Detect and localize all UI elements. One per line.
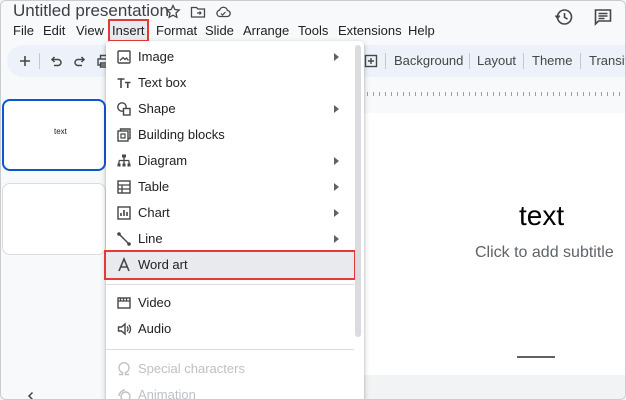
canvas-footer: [361, 375, 625, 399]
toolbar-divider: [469, 53, 470, 69]
horizontal-ruler: [361, 87, 625, 101]
menu-item-label: Image: [138, 49, 175, 64]
menu-insert[interactable]: Insert: [108, 19, 149, 42]
insert-table-item[interactable]: Table: [106, 174, 354, 200]
menu-item-label: Shape: [138, 101, 176, 116]
slide-filmstrip: text: [1, 81, 109, 399]
menu-item-label: Animation: [138, 387, 196, 400]
menu-item-label: Special characters: [138, 361, 245, 376]
version-history-icon[interactable]: [554, 7, 574, 29]
table-icon: [116, 179, 132, 195]
insert-diagram-item[interactable]: Diagram: [106, 148, 354, 174]
insert-shape-item[interactable]: Shape: [106, 96, 354, 122]
chart-icon: [116, 205, 132, 221]
insert-video-item[interactable]: Video: [106, 290, 354, 316]
insert-menu: Image Text box Shape Building blocks Dia…: [104, 41, 364, 400]
word-art-icon: [116, 257, 132, 273]
submenu-arrow-icon: [334, 105, 339, 113]
menu-item-label: Audio: [138, 321, 172, 336]
insert-special-characters-item: Special characters: [106, 356, 354, 382]
menu-divider: [106, 349, 354, 350]
submenu-arrow-icon: [334, 235, 339, 243]
insert-word-art-item[interactable]: Word art: [104, 250, 356, 280]
submenu-arrow-icon: [334, 209, 339, 217]
video-icon: [116, 295, 132, 311]
menu-tools[interactable]: Tools: [296, 21, 330, 40]
insert-image-item[interactable]: Image: [106, 44, 354, 70]
toolbar-divider: [580, 53, 581, 69]
insert-audio-item[interactable]: Audio: [106, 316, 354, 342]
submenu-arrow-icon: [334, 183, 339, 191]
theme-button[interactable]: Theme: [532, 53, 572, 69]
menu-format[interactable]: Format: [154, 21, 199, 40]
insert-building-blocks-item[interactable]: Building blocks: [106, 122, 354, 148]
app-window: Untitled presentation File Edit View Ins…: [0, 0, 626, 400]
menu-slide[interactable]: Slide: [203, 21, 236, 40]
image-icon: [116, 49, 132, 65]
menu-edit[interactable]: Edit: [41, 21, 67, 40]
text-box-icon: [116, 75, 132, 91]
layout-button[interactable]: Layout: [477, 53, 516, 69]
slide-thumbnail-2[interactable]: [2, 183, 106, 255]
line-icon: [116, 231, 132, 247]
insert-chart-item[interactable]: Chart: [106, 200, 354, 226]
menu-scrollbar[interactable]: [355, 45, 361, 337]
menu-item-label: Diagram: [138, 153, 188, 168]
menu-item-label: Building blocks: [138, 127, 225, 142]
insert-slide-icon[interactable]: [363, 53, 379, 69]
redo-icon[interactable]: [72, 53, 88, 69]
insert-text-box-item[interactable]: Text box: [106, 70, 354, 96]
slide-canvas[interactable]: text Click to add subtitle: [361, 113, 625, 375]
diagram-icon: [116, 153, 132, 169]
menu-item-label: Word art: [138, 257, 188, 272]
toolbar-divider: [385, 53, 386, 69]
toolbar-divider: [523, 53, 524, 69]
comments-icon[interactable]: [593, 7, 613, 29]
menu-divider: [106, 284, 354, 285]
add-icon[interactable]: [17, 53, 33, 69]
menu-bar: File Edit View Insert Format Slide Arran…: [1, 19, 451, 42]
move-to-folder-icon[interactable]: [190, 4, 206, 20]
cloud-status-icon[interactable]: [215, 4, 231, 20]
animation-icon: [116, 387, 132, 399]
building-blocks-icon: [116, 127, 132, 143]
audio-icon: [116, 321, 132, 337]
thumbnail-text: text: [54, 127, 67, 136]
transition-button[interactable]: Transit: [589, 53, 625, 69]
undo-icon[interactable]: [48, 53, 64, 69]
submenu-arrow-icon: [334, 53, 339, 61]
slide-subtitle-placeholder[interactable]: Click to add subtitle: [475, 243, 614, 263]
star-icon[interactable]: [165, 4, 181, 20]
menu-help[interactable]: Help: [406, 21, 437, 40]
slide-title[interactable]: text: [519, 199, 564, 233]
menu-arrange[interactable]: Arrange: [241, 21, 291, 40]
background-button[interactable]: Background: [394, 53, 463, 69]
document-title[interactable]: Untitled presentation: [13, 1, 169, 21]
menu-extensions[interactable]: Extensions: [336, 21, 404, 40]
menu-item-label: Table: [138, 179, 170, 194]
insert-animation-item: Animation: [106, 382, 354, 400]
insert-line-item[interactable]: Line: [106, 226, 354, 252]
menu-item-label: Text box: [138, 75, 187, 90]
submenu-arrow-icon: [334, 157, 339, 165]
menu-item-label: Line: [138, 231, 163, 246]
menu-item-label: Video: [138, 295, 172, 310]
toolbar-divider: [39, 53, 40, 69]
menu-view[interactable]: View: [74, 21, 106, 40]
speaker-notes-handle[interactable]: [517, 356, 555, 358]
shape-icon: [116, 101, 132, 117]
menu-file[interactable]: File: [11, 21, 36, 40]
chevron-left-icon[interactable]: [25, 389, 37, 399]
slide-thumbnail-1[interactable]: text: [2, 99, 106, 171]
omega-icon: [116, 361, 132, 377]
menu-item-label: Chart: [138, 205, 170, 220]
